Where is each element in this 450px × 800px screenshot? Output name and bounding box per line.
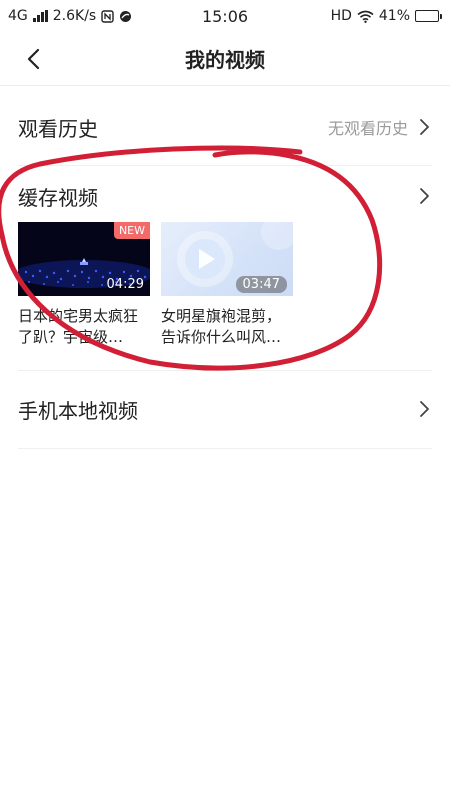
video-title: 女明星旗袍混剪，告诉你什么叫风… [161,307,282,346]
back-button[interactable] [18,44,48,74]
chevron-left-icon [27,48,40,70]
status-left: 4G 2.6K/s [8,8,132,24]
video-duration: 03:47 [235,276,287,293]
video-duration: 04:29 [106,277,144,292]
wifi-icon [357,10,374,23]
page-title: 我的视频 [185,48,265,72]
hd-indicator: HD [330,8,352,24]
nfc-icon [101,9,114,23]
video-thumbnail[interactable]: NEW 04:29 [18,222,150,296]
watch-history-row[interactable]: 观看历史 无观看历史 [18,108,432,146]
chevron-right-icon [416,117,432,137]
chevron-right-icon [416,186,432,206]
signal-icon [32,10,48,22]
cached-video-card[interactable]: NEW 04:29 日本的宅男太疯狂了趴？宇宙级… [18,222,150,348]
battery-percent: 41% [378,8,410,24]
app-notification-icon [120,10,132,22]
divider [18,165,432,166]
cached-video-list: NEW 04:29 日本的宅男太疯狂了趴？宇宙级… 03:47 女明星旗袍混剪，… [18,222,293,348]
network-speed: 2.6K/s [52,8,97,24]
local-videos-title: 手机本地视频 [18,398,138,423]
cached-videos-row[interactable]: 缓存视频 [18,177,432,215]
local-videos-right [416,399,432,419]
watch-history-right: 无观看历史 [328,115,432,139]
cached-videos-title: 缓存视频 [18,185,98,210]
divider [18,448,432,449]
watch-history-meta: 无观看历史 [327,119,408,138]
local-videos-row[interactable]: 手机本地视频 [18,390,432,428]
status-bar: 4G 2.6K/s 15:06 HD 41% [0,0,450,32]
network-type: 4G [8,8,28,24]
watch-history-title: 观看历史 [18,116,98,141]
navbar: 我的视频 [0,32,450,86]
chevron-right-icon [416,399,432,419]
new-badge: NEW [113,222,150,239]
video-thumbnail[interactable]: 03:47 [161,222,293,296]
video-title: 日本的宅男太疯狂了趴？宇宙级… [18,307,139,346]
divider [18,370,432,371]
cached-video-card[interactable]: 03:47 女明星旗袍混剪，告诉你什么叫风… [161,222,293,348]
cached-videos-right [416,186,432,206]
status-right: HD 41% [331,8,442,24]
battery-icon [415,10,442,22]
